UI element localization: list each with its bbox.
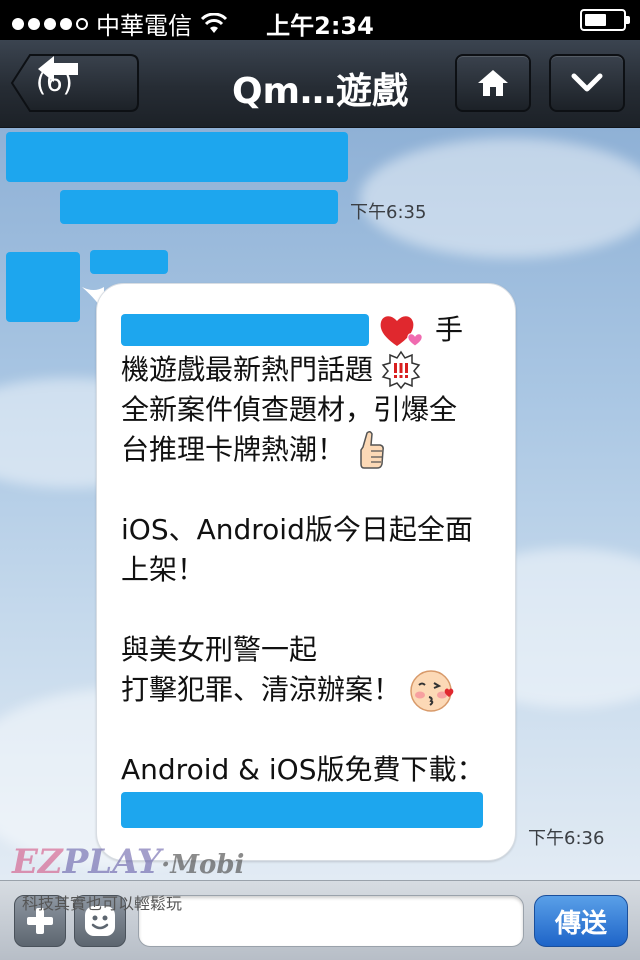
- message-bubble[interactable]: 手 機遊戲最新熱門話題 全新案件偵查題材，引爆全 台推理卡牌熱潮！ iOS、An…: [96, 283, 516, 861]
- back-arrow-icon: [38, 56, 78, 82]
- thumbs-up-emoji: [360, 430, 384, 469]
- chat-area[interactable]: 下午6:35 手 機遊戲最新熱門話題 全新案件偵查題材，引爆全 台推理卡牌熱潮！…: [0, 128, 640, 880]
- watermark-logo: EZPLAY·Mobi: [12, 842, 245, 882]
- kissing-face-emoji: [410, 670, 454, 712]
- message-line: 與美女刑警一起: [121, 630, 501, 670]
- message-line-text: 機遊戲最新熱門話題: [121, 353, 374, 386]
- avatar[interactable]: [6, 252, 80, 322]
- message-line-text: 全新案件偵查題材，引爆全: [121, 393, 458, 426]
- exclamation-badge-emoji: [381, 350, 421, 390]
- message-line: 機遊戲最新熱門話題: [121, 350, 501, 390]
- message-line: 上架！: [121, 550, 501, 590]
- message-line: 打擊犯罪、清涼辦案！: [121, 670, 501, 712]
- home-button[interactable]: [455, 54, 531, 112]
- nav-bar: (6) Qm…遊戲: [0, 40, 640, 128]
- message-line-text: 台推理卡牌熱潮！: [121, 433, 346, 466]
- send-button[interactable]: 傳送: [534, 895, 628, 947]
- message-line: 全新案件偵查題材，引爆全: [121, 390, 501, 430]
- redacted-link[interactable]: [121, 792, 483, 828]
- message-line-text: 打擊犯罪、清涼辦案！: [121, 673, 402, 706]
- hearts-emoji: [380, 316, 423, 347]
- battery-icon: [580, 9, 630, 31]
- home-icon: [478, 70, 508, 96]
- chevron-down-icon: [571, 73, 603, 92]
- message-time: 下午6:35: [350, 202, 427, 223]
- redacted-text: [121, 314, 369, 346]
- message-line-text: iOS、Android版今日起全面: [121, 513, 473, 546]
- message-line-text: 手: [435, 313, 464, 346]
- redacted-text: [60, 190, 338, 224]
- redacted-text: [6, 132, 348, 182]
- sender-name: [90, 250, 168, 274]
- back-button[interactable]: (6): [10, 54, 140, 112]
- status-bar: 中華電信 上午2:34: [0, 0, 640, 40]
- message-line-text: 上架！: [121, 553, 206, 586]
- battery-level: [585, 14, 606, 26]
- message-time: 下午6:36: [528, 828, 605, 849]
- message-line: 台推理卡牌熱潮！: [121, 430, 501, 470]
- message-line-text: Android & iOS版免費下載：: [121, 753, 485, 786]
- message-line-text: 與美女刑警一起: [121, 633, 318, 666]
- message-line: iOS、Android版今日起全面: [121, 510, 501, 550]
- message-input[interactable]: [138, 895, 524, 947]
- status-time: 上午2:34: [266, 12, 374, 40]
- watermark-tagline: 科技其實也可以輕鬆玩: [22, 894, 183, 913]
- menu-button[interactable]: [549, 54, 625, 112]
- message-line: Android & iOS版免費下載：: [121, 750, 501, 790]
- chat-title: Qm…遊戲: [231, 71, 409, 112]
- message-line: [121, 790, 501, 830]
- message-line: 手: [121, 310, 501, 350]
